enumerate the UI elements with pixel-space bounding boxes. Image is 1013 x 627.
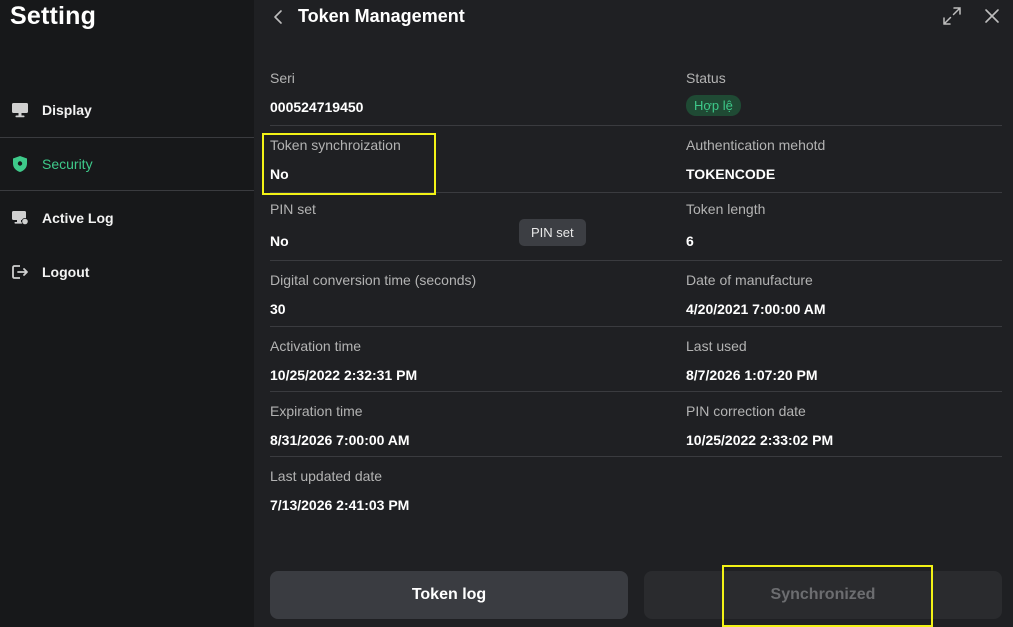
page-title: Token Management bbox=[298, 6, 465, 26]
field-last-used: Last used 8/7/2026 1:07:20 PM bbox=[686, 337, 1013, 384]
field-pin-correction: PIN correction date 10/25/2022 2:33:02 P… bbox=[686, 402, 1013, 449]
panel-header: Token Management bbox=[254, 0, 1013, 36]
field-date-manufacture: Date of manufacture 4/20/2021 7:00:00 AM bbox=[686, 271, 1013, 318]
log-icon bbox=[11, 209, 29, 227]
field-label: Seri bbox=[270, 70, 295, 86]
field-value: No bbox=[270, 166, 289, 182]
close-icon[interactable] bbox=[983, 7, 1001, 30]
sidebar: Setting Display Security Active Log Logo… bbox=[0, 0, 254, 627]
field-label: Token synchroization bbox=[270, 137, 401, 153]
field-status: Status Hợp lệ bbox=[686, 69, 1013, 116]
field-label: Status bbox=[686, 70, 726, 86]
field-last-updated: Last updated date 7/13/2026 2:41:03 PM bbox=[270, 467, 630, 514]
field-value: 8/7/2026 1:07:20 PM bbox=[686, 367, 818, 383]
logout-icon bbox=[11, 263, 29, 281]
sidebar-item-display[interactable]: Display bbox=[0, 83, 254, 137]
sidebar-nav: Display Security Active Log Logout bbox=[0, 83, 254, 299]
field-label: Last used bbox=[686, 338, 747, 354]
field-label: Digital conversion time (seconds) bbox=[270, 272, 477, 288]
field-auth-method: Authentication mehotd TOKENCODE bbox=[686, 136, 1013, 183]
monitor-icon bbox=[11, 101, 29, 119]
sidebar-item-security[interactable]: Security bbox=[0, 137, 254, 191]
details-row: PIN set No PIN set Token length 6 bbox=[270, 193, 1002, 261]
pin-set-button[interactable]: PIN set bbox=[519, 219, 586, 246]
details-row: Activation time 10/25/2022 2:32:31 PM La… bbox=[270, 327, 1002, 392]
field-value: 4/20/2021 7:00:00 AM bbox=[686, 301, 826, 317]
details-row: Last updated date 7/13/2026 2:41:03 PM bbox=[270, 457, 1002, 517]
field-token-sync: Token synchroization No bbox=[270, 136, 630, 183]
field-value: 8/31/2026 7:00:00 AM bbox=[270, 432, 410, 448]
field-digital-conversion: Digital conversion time (seconds) 30 bbox=[270, 271, 630, 318]
sidebar-item-logout[interactable]: Logout bbox=[0, 245, 254, 299]
field-value: 6 bbox=[686, 233, 694, 249]
status-badge: Hợp lệ bbox=[686, 95, 741, 116]
details-row: Token synchroization No Authentication m… bbox=[270, 126, 1002, 193]
field-label: Last updated date bbox=[270, 468, 383, 484]
field-label: PIN set bbox=[270, 201, 316, 217]
sidebar-item-label: Display bbox=[42, 101, 92, 118]
expand-icon[interactable] bbox=[942, 6, 962, 31]
field-activation-time: Activation time 10/25/2022 2:32:31 PM bbox=[270, 337, 630, 384]
token-details-grid: Seri 000524719450 Status Hợp lệ Token sy… bbox=[270, 60, 1002, 517]
field-label: Expiration time bbox=[270, 403, 363, 419]
field-label: Token length bbox=[686, 201, 766, 217]
shield-icon bbox=[11, 155, 29, 173]
details-row: Expiration time 8/31/2026 7:00:00 AM PIN… bbox=[270, 392, 1002, 457]
synchronized-button[interactable]: Synchronized bbox=[644, 571, 1002, 619]
field-expiration-time: Expiration time 8/31/2026 7:00:00 AM bbox=[270, 402, 630, 449]
field-label: Authentication mehotd bbox=[686, 137, 826, 153]
field-value: 10/25/2022 2:32:31 PM bbox=[270, 367, 418, 383]
settings-window: Setting Display Security Active Log Logo… bbox=[0, 0, 1013, 627]
field-label: PIN correction date bbox=[686, 403, 806, 419]
sidebar-item-label: Security bbox=[42, 156, 93, 172]
field-label: Activation time bbox=[270, 338, 362, 354]
sidebar-item-label: Active Log bbox=[42, 209, 114, 226]
field-value: TOKENCODE bbox=[686, 166, 776, 182]
field-value: 30 bbox=[270, 301, 286, 317]
details-row: Digital conversion time (seconds) 30 Dat… bbox=[270, 261, 1002, 327]
field-value: 000524719450 bbox=[270, 99, 364, 115]
sidebar-item-label: Logout bbox=[42, 263, 90, 280]
field-label: Date of manufacture bbox=[686, 272, 813, 288]
field-seri: Seri 000524719450 bbox=[270, 69, 630, 116]
token-management-panel: Token Management Seri 000524719450 Statu… bbox=[254, 0, 1013, 627]
field-value: 10/25/2022 2:33:02 PM bbox=[686, 432, 834, 448]
field-token-length: Token length 6 bbox=[686, 200, 1013, 250]
sidebar-item-active-log[interactable]: Active Log bbox=[0, 191, 254, 245]
sidebar-title: Setting bbox=[10, 2, 97, 30]
token-log-button[interactable]: Token log bbox=[270, 571, 628, 619]
details-row: Seri 000524719450 Status Hợp lệ bbox=[270, 60, 1002, 126]
back-chevron-icon[interactable] bbox=[272, 8, 284, 31]
field-value: 7/13/2026 2:41:03 PM bbox=[270, 497, 410, 513]
